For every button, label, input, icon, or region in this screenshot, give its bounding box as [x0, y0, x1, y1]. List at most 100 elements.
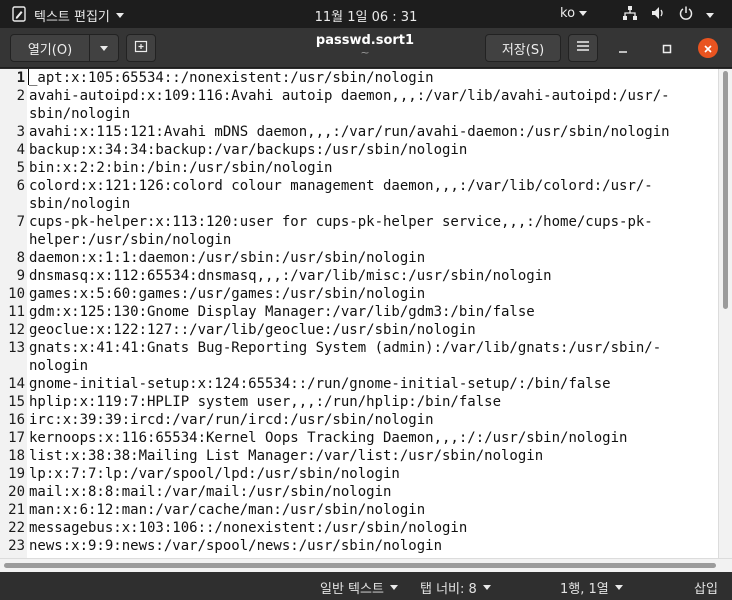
system-menu[interactable] [622, 5, 714, 25]
maximize-button[interactable] [658, 39, 676, 57]
line-text[interactable]: cups-pk-helper:x:113:120:user for cups-p… [27, 213, 716, 231]
line-text[interactable]: games:x:5:60:games:/usr/games:/usr/sbin/… [27, 285, 716, 303]
editor-line[interactable]: 21 man:x:6:12:man:/var/cache/man:/usr/sbi… [0, 501, 718, 519]
input-language-label: ko [560, 6, 576, 21]
editor-line[interactable]: 5 bin:x:2:2:bin:/bin:/usr/sbin/nologin [0, 159, 718, 177]
line-number [0, 195, 27, 213]
editor-line[interactable]: 8 daemon:x:1:1:daemon:/usr/sbin:/usr/sbin… [0, 249, 718, 267]
line-text[interactable]: bin:x:2:2:bin:/bin:/usr/sbin/nologin [27, 159, 716, 177]
horizontal-scrollbar-thumb[interactable] [4, 563, 716, 568]
line-text[interactable]: news:x:9:9:news:/var/spool/news:/usr/sbi… [27, 537, 716, 555]
close-icon [703, 39, 713, 58]
editor-line[interactable]: 18 list:x:38:38:Mailing List Manager:/var… [0, 447, 718, 465]
editor-line[interactable]: 4 backup:x:34:34:backup:/var/backups:/usr… [0, 141, 718, 159]
maximize-icon [662, 39, 672, 58]
hamburger-menu-icon [576, 40, 590, 56]
editor-line[interactable]: 17 kernoops:x:116:65534:Kernel Oops Track… [0, 429, 718, 447]
chevron-down-icon [100, 45, 108, 51]
text-editor[interactable]: 1 _apt:x:105:65534::/nonexistent:/usr/sbi… [0, 69, 718, 558]
editor-line[interactable]: 3 avahi:x:115:121:Avahi mDNS daemon,,,:/v… [0, 123, 718, 141]
line-text[interactable]: man:x:6:12:man:/var/cache/man:/usr/sbin/… [27, 501, 716, 519]
line-text[interactable]: hplip:x:119:7:HPLIP system user,,,:/run/… [27, 393, 716, 411]
editor-line[interactable]: 16 irc:x:39:39:ircd:/var/run/ircd:/usr/sb… [0, 411, 718, 429]
line-text[interactable]: mail:x:8:8:mail:/var/mail:/usr/sbin/nolo… [27, 483, 716, 501]
line-text[interactable]: avahi-autoipd:x:109:116:Avahi autoip dae… [27, 87, 716, 105]
vertical-scrollbar-thumb[interactable] [723, 71, 728, 309]
line-text[interactable]: geoclue:x:122:127::/var/lib/geoclue:/usr… [27, 321, 716, 339]
hamburger-menu-button[interactable] [568, 34, 598, 62]
editor-line[interactable]: 11 gdm:x:125:130:Gnome Display Manager:/v… [0, 303, 718, 321]
line-text[interactable]: helper:/usr/sbin/nologin [27, 231, 716, 249]
new-document-button[interactable] [126, 34, 156, 62]
line-number [0, 231, 27, 249]
tab-width-selector[interactable]: 탭 너비: 8 [420, 578, 491, 597]
line-number: 16 [8, 412, 25, 428]
minimize-icon [618, 39, 628, 58]
line-number: 23 [8, 538, 25, 554]
editor-line[interactable]: 1 _apt:x:105:65534::/nonexistent:/usr/sbi… [0, 69, 718, 87]
horizontal-scrollbar[interactable] [0, 558, 732, 572]
line-text[interactable]: kernoops:x:116:65534:Kernel Oops Trackin… [27, 429, 716, 447]
highlight-mode-selector[interactable]: 일반 텍스트 [320, 578, 398, 597]
line-text[interactable]: _apt:x:105:65534::/nonexistent:/usr/sbin… [27, 69, 716, 87]
line-text[interactable]: nologin [27, 357, 716, 375]
input-language-menu[interactable]: ko [560, 6, 588, 21]
open-recent-button[interactable] [89, 34, 119, 62]
line-text[interactable]: messagebus:x:103:106::/nonexistent:/usr/… [27, 519, 716, 537]
status-bar: 일반 텍스트 탭 너비: 8 1행, 1열 삽입 [0, 572, 732, 600]
line-number: 20 [8, 484, 25, 500]
line-number: 11 [8, 304, 25, 320]
line-number: 6 [16, 178, 25, 194]
tab-width-label: 탭 너비: 8 [420, 582, 477, 597]
text-content[interactable]: 1 _apt:x:105:65534::/nonexistent:/usr/sbi… [0, 69, 718, 555]
editor-line[interactable]: 20 mail:x:8:8:mail:/var/mail:/usr/sbin/no… [0, 483, 718, 501]
close-button[interactable] [698, 38, 718, 58]
text-cursor [28, 69, 29, 85]
editor-line[interactable]: 9 dnsmasq:x:112:65534:dnsmasq,,,:/var/lib… [0, 267, 718, 285]
header-bar: 열기(O) passwd.sort1 ~ 저장(S) [0, 28, 732, 68]
editor-line[interactable]: sbin/nologin [0, 105, 718, 123]
vertical-scrollbar[interactable] [718, 69, 732, 558]
editor-line[interactable]: 15 hplip:x:119:7:HPLIP system user,,,:/ru… [0, 393, 718, 411]
line-number: 18 [8, 448, 25, 464]
line-text[interactable]: colord:x:121:126:colord colour managemen… [27, 177, 716, 195]
line-text[interactable]: sbin/nologin [27, 105, 716, 123]
line-text[interactable]: lp:x:7:7:lp:/var/spool/lpd:/usr/sbin/nol… [27, 465, 716, 483]
chevron-down-icon [389, 585, 398, 590]
save-button[interactable]: 저장(S) [485, 34, 561, 62]
line-number [0, 357, 27, 375]
editor-line[interactable]: 14 gnome-initial-setup:x:124:65534::/run/… [0, 375, 718, 393]
line-text[interactable]: list:x:38:38:Mailing List Manager:/var/l… [27, 447, 716, 465]
line-text[interactable]: dnsmasq:x:112:65534:dnsmasq,,,:/var/lib/… [27, 267, 716, 285]
editor-line[interactable]: 2 avahi-autoipd:x:109:116:Avahi autoip da… [0, 87, 718, 105]
line-text[interactable]: gnome-initial-setup:x:124:65534::/run/gn… [27, 375, 716, 393]
line-text[interactable]: irc:x:39:39:ircd:/var/run/ircd:/usr/sbin… [27, 411, 716, 429]
editor-line[interactable]: 23 news:x:9:9:news:/var/spool/news:/usr/s… [0, 537, 718, 555]
chevron-down-icon [614, 585, 623, 590]
open-button[interactable]: 열기(O) [10, 34, 90, 62]
line-number: 14 [8, 376, 25, 392]
line-number: 7 [16, 214, 25, 230]
editor-line[interactable]: 19 lp:x:7:7:lp:/var/spool/lpd:/usr/sbin/n… [0, 465, 718, 483]
chevron-down-icon [482, 585, 491, 590]
editor-line[interactable]: 6 colord:x:121:126:colord colour manageme… [0, 177, 718, 195]
cursor-position-selector[interactable]: 1행, 1열 [560, 578, 623, 597]
line-text[interactable]: gnats:x:41:41:Gnats Bug-Reporting System… [27, 339, 716, 357]
editor-line[interactable]: 22 messagebus:x:103:106::/nonexistent:/us… [0, 519, 718, 537]
line-text[interactable]: backup:x:34:34:backup:/var/backups:/usr/… [27, 141, 716, 159]
line-text[interactable]: avahi:x:115:121:Avahi mDNS daemon,,,:/va… [27, 123, 716, 141]
editor-line[interactable]: sbin/nologin [0, 195, 718, 213]
editor-line[interactable]: 7 cups-pk-helper:x:113:120:user for cups-… [0, 213, 718, 231]
line-text[interactable]: daemon:x:1:1:daemon:/usr/sbin:/usr/sbin/… [27, 249, 716, 267]
editor-line[interactable]: 12 geoclue:x:122:127::/var/lib/geoclue:/u… [0, 321, 718, 339]
editor-line[interactable]: nologin [0, 357, 718, 375]
document-path: ~ [360, 46, 370, 59]
line-text[interactable]: gdm:x:125:130:Gnome Display Manager:/var… [27, 303, 716, 321]
line-text[interactable]: sbin/nologin [27, 195, 716, 213]
editor-line[interactable]: 13 gnats:x:41:41:Gnats Bug-Reporting Syst… [0, 339, 718, 357]
editor-line[interactable]: 10 games:x:5:60:games:/usr/games:/usr/sbi… [0, 285, 718, 303]
network-icon [622, 5, 638, 25]
line-number: 19 [8, 466, 25, 482]
minimize-button[interactable] [614, 39, 632, 57]
editor-line[interactable]: helper:/usr/sbin/nologin [0, 231, 718, 249]
